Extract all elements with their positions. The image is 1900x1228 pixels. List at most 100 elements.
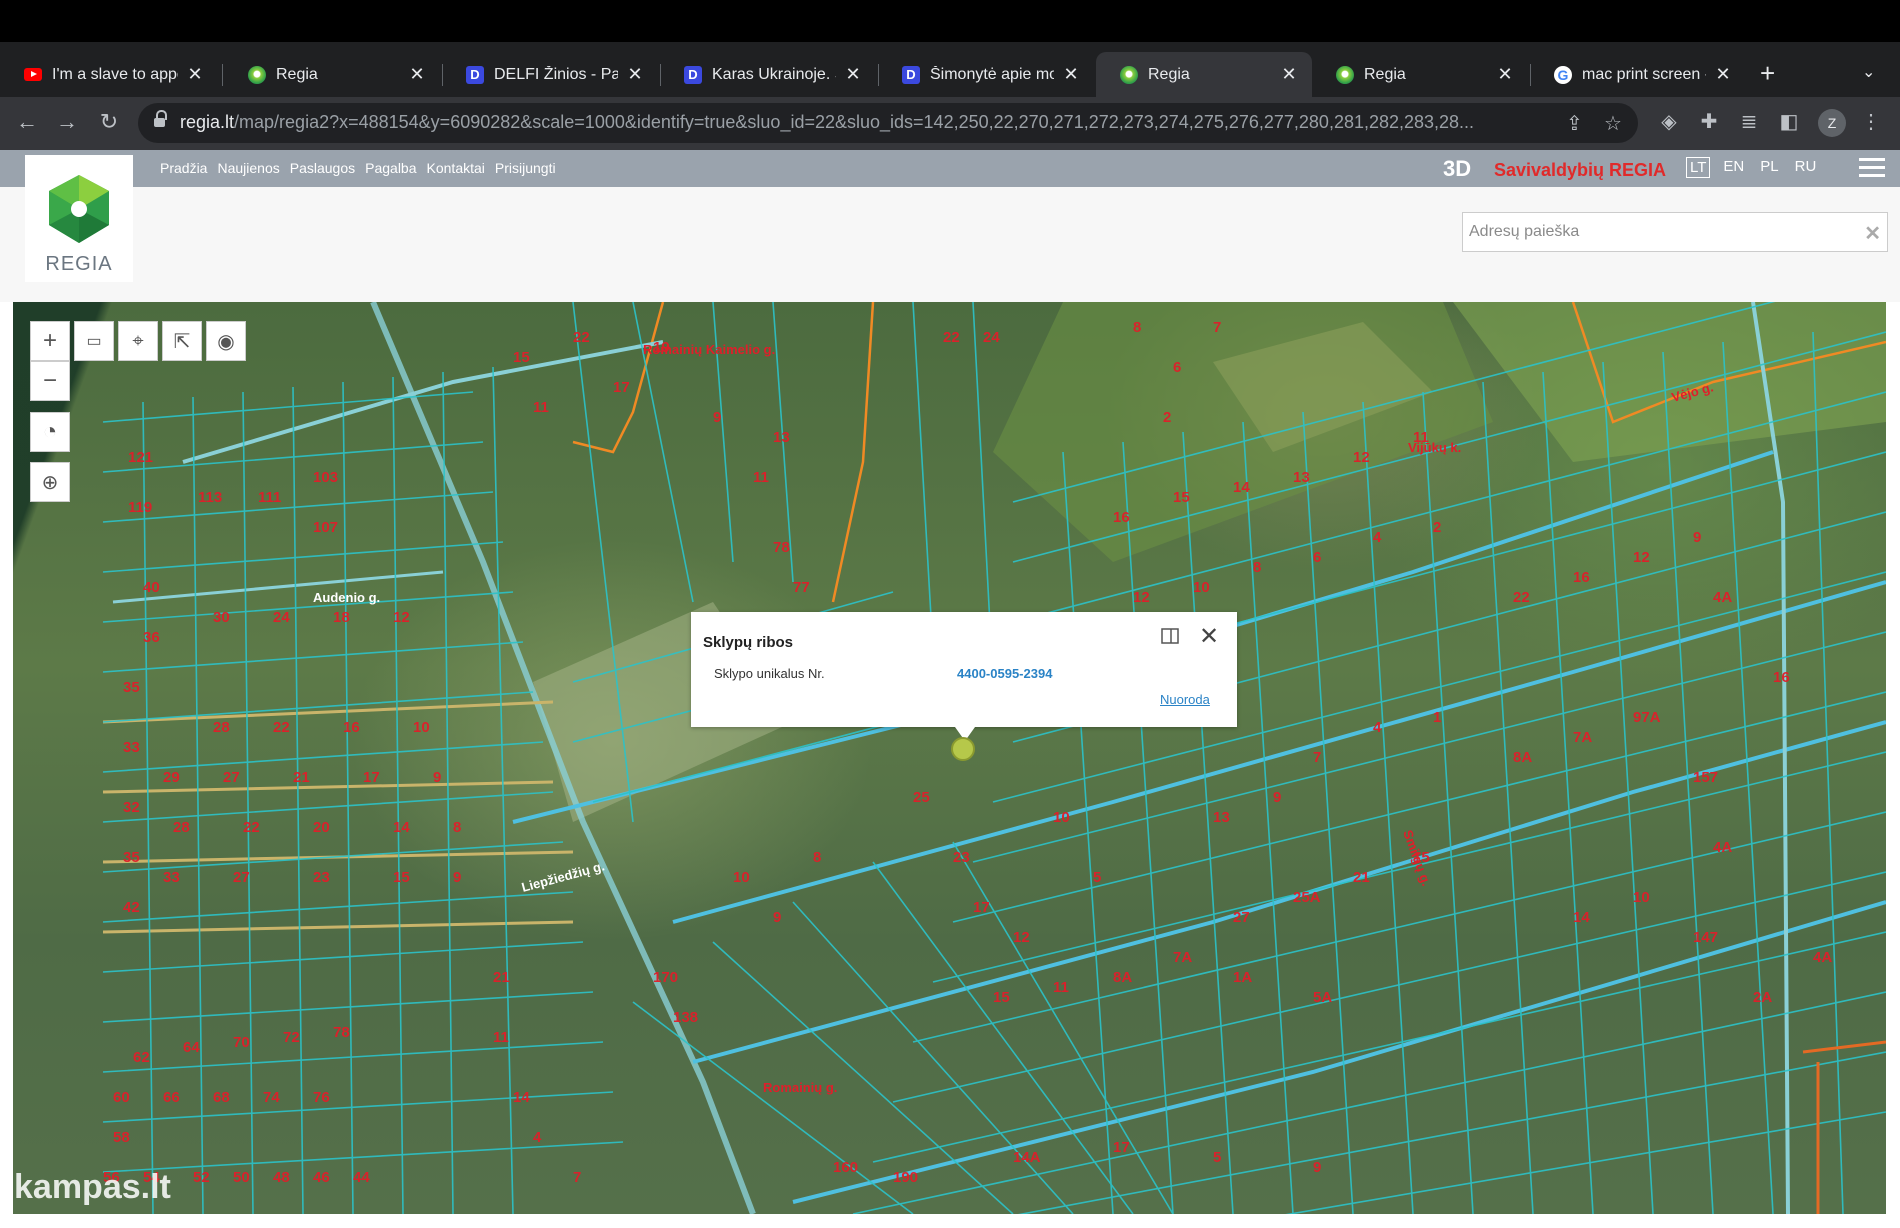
svg-text:78: 78 — [773, 539, 790, 556]
share-icon[interactable]: ⇪ — [1566, 111, 1583, 136]
svg-text:18: 18 — [333, 609, 350, 626]
nav-link-help[interactable]: Pagalba — [365, 160, 416, 176]
nav-link-login[interactable]: Prisijungti — [495, 160, 556, 176]
puzzle-extensions-icon[interactable]: ✚ — [1696, 109, 1722, 134]
lang-lt[interactable]: LT — [1686, 157, 1711, 178]
svg-text:27: 27 — [1233, 909, 1250, 926]
tab-title: mac print screen - — [1582, 65, 1706, 83]
measure-ruler-icon[interactable]: ▭ — [74, 321, 114, 361]
kebab-menu-icon[interactable]: ⋮ — [1858, 109, 1884, 134]
close-icon[interactable]: ✕ — [626, 64, 644, 85]
svg-text:11: 11 — [753, 469, 769, 486]
tab-title: Regia — [1364, 65, 1406, 83]
youtube-icon — [24, 66, 42, 84]
close-icon[interactable]: ✕ — [1062, 64, 1080, 85]
browser-tab[interactable]: G mac print screen - ✕ — [1530, 52, 1746, 97]
regia-logo[interactable]: REGIA — [25, 155, 133, 282]
svg-text:4A: 4A — [1813, 949, 1832, 966]
close-icon[interactable]: ✕ — [1496, 64, 1514, 85]
svg-text:78: 78 — [333, 1024, 350, 1041]
svg-text:21: 21 — [1353, 869, 1370, 886]
svg-text:1: 1 — [1433, 709, 1441, 726]
star-bookmark-icon[interactable]: ☆ — [1604, 111, 1622, 136]
svg-text:68: 68 — [213, 1089, 230, 1106]
browser-tab[interactable]: I'm a slave to appe ✕ — [0, 52, 218, 97]
parcel-id-link[interactable]: 4400-0595-2394 — [957, 666, 1052, 681]
svg-text:15: 15 — [993, 989, 1010, 1006]
zoom-out-button[interactable]: − — [30, 361, 70, 401]
hamburger-menu-icon[interactable] — [1859, 158, 1885, 178]
clear-search-icon[interactable]: ✕ — [1864, 221, 1881, 246]
new-tab-plus-icon[interactable]: + — [1760, 58, 1775, 89]
nav-link-news[interactable]: Naujienos — [217, 160, 279, 176]
tab-search-chevron-icon[interactable]: ⌄ — [1862, 62, 1875, 82]
address-search-input[interactable] — [1463, 213, 1843, 251]
regia-logo-icon — [49, 175, 109, 243]
zoom-in-button[interactable]: + — [30, 321, 70, 361]
browser-tab-active[interactable]: Regia ✕ — [1096, 52, 1312, 97]
close-icon[interactable]: ✕ — [1199, 622, 1219, 651]
address-bar[interactable]: regia.lt/map/regia2?x=488154&y=6090282&s… — [138, 103, 1638, 143]
browser-tab[interactable]: D DELFI Žinios - Pagi ✕ — [442, 52, 658, 97]
svg-text:170: 170 — [653, 969, 678, 986]
svg-text:111: 111 — [258, 489, 281, 506]
browser-tab[interactable]: Regia ✕ — [224, 52, 440, 97]
svg-text:4: 4 — [533, 1129, 542, 1146]
back-arrow-icon[interactable]: ← — [12, 109, 42, 135]
close-icon[interactable]: ✕ — [408, 64, 426, 85]
gps-locate-icon[interactable]: ⊕ — [30, 462, 70, 502]
url-text[interactable]: regia.lt/map/regia2?x=488154&y=6090282&s… — [180, 112, 1550, 133]
compass-icon[interactable]: ◔ — [30, 412, 70, 452]
reload-icon[interactable]: ↻ — [94, 109, 124, 135]
tab-title: Šimonytė apie mok — [930, 65, 1054, 83]
lang-en[interactable]: EN — [1720, 157, 1747, 178]
svg-text:10: 10 — [413, 719, 430, 736]
svg-text:7: 7 — [1213, 319, 1221, 336]
maximize-icon[interactable] — [1161, 628, 1179, 644]
site-nav-links: Pradžia Naujienos Paslaugos Pagalba Kont… — [160, 160, 556, 176]
close-icon[interactable]: ✕ — [844, 64, 862, 85]
browser-tab[interactable]: Regia ✕ — [1312, 52, 1528, 97]
browser-tab[interactable]: D Šimonytė apie mok ✕ — [878, 52, 1094, 97]
close-icon[interactable]: ✕ — [186, 64, 204, 85]
svg-text:46: 46 — [313, 1169, 330, 1186]
street-label: Audenio g. — [313, 590, 380, 605]
map-marker-icon[interactable] — [951, 737, 975, 761]
svg-text:4: 4 — [1373, 719, 1382, 736]
extension-cube-icon[interactable]: ◈ — [1656, 109, 1682, 134]
tab-separator — [222, 64, 223, 86]
popup-label: Sklypo unikalus Nr. — [714, 666, 825, 681]
location-pin-icon[interactable]: ⌖ — [118, 321, 158, 361]
svg-text:11: 11 — [493, 1029, 509, 1046]
svg-text:14: 14 — [513, 1089, 530, 1106]
svg-text:22: 22 — [1513, 589, 1530, 606]
lang-ru[interactable]: RU — [1792, 157, 1820, 178]
close-icon[interactable]: ✕ — [1714, 64, 1732, 85]
close-icon[interactable]: ✕ — [1280, 64, 1298, 85]
forward-arrow-icon[interactable]: → — [52, 109, 82, 135]
brand-link[interactable]: Savivaldybių REGIA — [1494, 160, 1666, 181]
nav-link-home[interactable]: Pradžia — [160, 160, 207, 176]
browser-tab[interactable]: D Karas Ukrainoje. Š ✕ — [660, 52, 876, 97]
media-queue-icon[interactable]: ≣ — [1736, 109, 1762, 134]
export-icon[interactable]: ⇱ — [162, 321, 202, 361]
tab-title: DELFI Žinios - Pagi — [494, 65, 618, 83]
svg-text:9: 9 — [433, 769, 441, 786]
svg-text:48: 48 — [273, 1169, 290, 1186]
reference-link[interactable]: Nuoroda — [1160, 692, 1210, 707]
3d-link[interactable]: 3D — [1443, 156, 1471, 182]
svg-text:35: 35 — [123, 679, 140, 696]
map-canvas[interactable]: 121 119 113 111 103 107 40 36 35 33 32 35 42 30 24 18… — [13, 302, 1886, 1214]
svg-text:74: 74 — [263, 1089, 280, 1106]
profile-avatar[interactable]: Z — [1818, 109, 1846, 137]
side-panel-icon[interactable]: ◧ — [1776, 109, 1802, 134]
nav-link-contacts[interactable]: Kontaktai — [427, 160, 485, 176]
svg-text:2: 2 — [1163, 409, 1171, 426]
nav-link-services[interactable]: Paslaugos — [290, 160, 355, 176]
target-icon[interactable]: ◉ — [206, 321, 246, 361]
svg-text:77: 77 — [793, 579, 810, 596]
lang-pl[interactable]: PL — [1757, 157, 1781, 178]
svg-text:13: 13 — [1213, 809, 1230, 826]
svg-text:58: 58 — [113, 1129, 130, 1146]
svg-text:17: 17 — [613, 379, 630, 396]
